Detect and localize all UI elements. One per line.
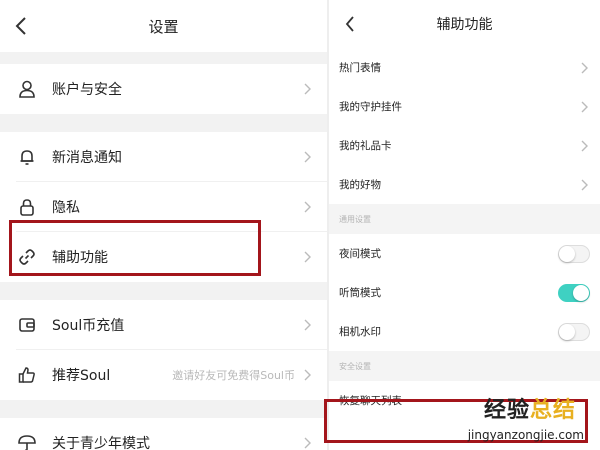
settings-item-recommend-soul[interactable]: 推荐Soul 邀请好友可免费得Soul币 xyxy=(0,350,327,400)
settings-item-label: 账户与安全 xyxy=(52,82,122,98)
section-gap xyxy=(0,400,327,418)
watermark-text-a: 经验 xyxy=(483,398,530,423)
chevron-right-icon xyxy=(303,200,313,214)
accessibility-item-label: 热门表情 xyxy=(339,62,381,74)
chevron-right-icon xyxy=(303,368,313,382)
settings-item-label: 辅助功能 xyxy=(52,250,108,266)
accessibility-panel: 辅助功能 热门表情 我的守护挂件 我的礼品卡 我的好物 通用设置 夜间模式 听筒… xyxy=(327,0,600,450)
chevron-right-icon xyxy=(580,100,590,114)
watermark-logo: 经验总结 xyxy=(484,392,576,424)
settings-item-soul-coin-recharge[interactable]: Soul币充值 xyxy=(0,300,327,350)
settings-item-label: 关于青少年模式 xyxy=(52,436,150,450)
page-title: 辅助功能 xyxy=(436,17,493,33)
thumbs-up-icon xyxy=(16,364,38,386)
chevron-right-icon xyxy=(580,178,590,192)
accessibility-item-gift-card[interactable]: 我的礼品卡 xyxy=(329,126,600,165)
toggle-label: 听筒模式 xyxy=(339,287,381,299)
chevron-right-icon xyxy=(303,150,313,164)
back-icon[interactable] xyxy=(12,15,30,37)
section-header-security: 安全设置 xyxy=(329,351,600,381)
toggle-label: 夜间模式 xyxy=(339,248,381,260)
settings-item-label: Soul币充值 xyxy=(52,318,125,334)
settings-item-account-security[interactable]: 账户与安全 xyxy=(0,64,327,114)
toggle-row-camera-watermark: 相机水印 xyxy=(329,312,600,351)
chevron-right-icon xyxy=(580,61,590,75)
back-icon[interactable] xyxy=(341,13,359,35)
accessibility-item-label: 我的好物 xyxy=(339,179,381,191)
lock-icon xyxy=(16,196,38,218)
chevron-right-icon xyxy=(580,139,590,153)
settings-header: 设置 xyxy=(0,0,327,52)
toggle-knob xyxy=(559,245,575,262)
watermark-url: jingyanzongjie.com xyxy=(467,428,584,442)
settings-item-label: 新消息通知 xyxy=(52,150,122,166)
earpiece-mode-toggle[interactable] xyxy=(558,283,590,302)
settings-item-teen-mode[interactable]: 关于青少年模式 xyxy=(0,418,327,450)
camera-watermark-toggle[interactable] xyxy=(558,322,590,341)
person-icon xyxy=(16,78,38,100)
accessibility-item-guardian-pendant[interactable]: 我的守护挂件 xyxy=(329,87,600,126)
toggle-knob xyxy=(573,284,589,301)
umbrella-icon xyxy=(16,432,38,450)
toggle-row-earpiece-mode: 听筒模式 xyxy=(329,273,600,312)
accessibility-header: 辅助功能 xyxy=(329,0,600,48)
section-gap xyxy=(0,114,327,132)
chevron-right-icon xyxy=(303,250,313,264)
chevron-right-icon xyxy=(303,82,313,96)
accessibility-item-my-goods[interactable]: 我的好物 xyxy=(329,165,600,204)
accessibility-item-label: 我的守护挂件 xyxy=(339,101,402,113)
wallet-icon xyxy=(16,314,38,336)
accessibility-item-hot-stickers[interactable]: 热门表情 xyxy=(329,48,600,87)
night-mode-toggle[interactable] xyxy=(558,244,590,263)
settings-item-notifications[interactable]: 新消息通知 xyxy=(0,132,327,182)
accessibility-item-label: 恢复聊天列表 xyxy=(339,395,402,407)
chevron-right-icon xyxy=(303,318,313,332)
bell-icon xyxy=(16,146,38,168)
settings-panel: 设置 账户与安全 新消息通知 隐私 辅助功能 Soul币充值 推荐Soul 邀请… xyxy=(0,0,327,450)
toggle-label: 相机水印 xyxy=(339,326,381,338)
settings-item-label: 隐私 xyxy=(52,200,80,216)
section-gap xyxy=(0,282,327,300)
settings-item-privacy[interactable]: 隐私 xyxy=(0,182,327,232)
invite-hint-text: 邀请好友可免费得Soul币 xyxy=(172,369,295,382)
accessibility-item-label: 我的礼品卡 xyxy=(339,140,392,152)
settings-item-label: 推荐Soul xyxy=(52,368,111,384)
link-icon xyxy=(16,246,38,268)
toggle-row-night-mode: 夜间模式 xyxy=(329,234,600,273)
watermark-text-b: 总结 xyxy=(529,398,576,423)
page-title: 设置 xyxy=(148,17,179,36)
toggle-knob xyxy=(559,323,575,340)
section-header-general: 通用设置 xyxy=(329,204,600,234)
settings-item-accessibility[interactable]: 辅助功能 xyxy=(0,232,327,282)
chevron-right-icon xyxy=(303,436,313,450)
section-gap xyxy=(0,52,327,64)
